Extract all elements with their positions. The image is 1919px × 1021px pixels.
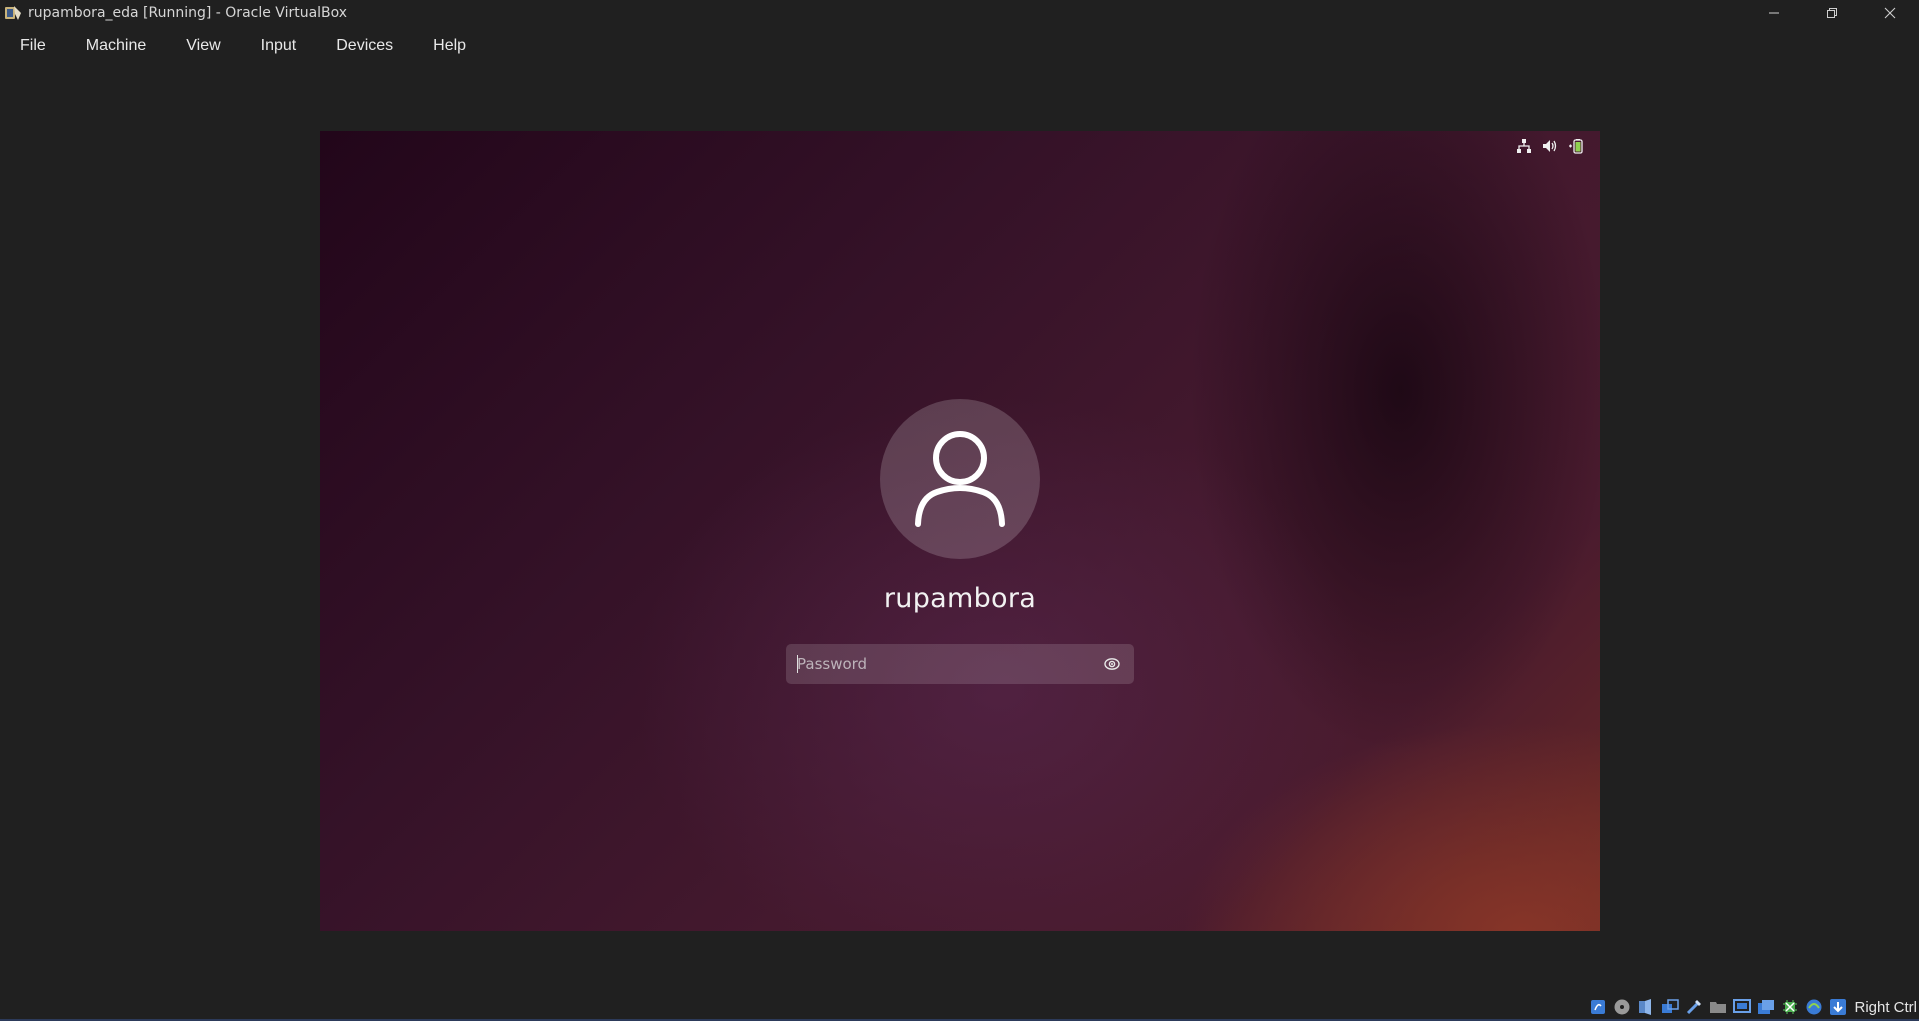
cpu-icon[interactable]: [1780, 997, 1800, 1017]
minimize-button[interactable]: [1745, 0, 1803, 26]
restore-button[interactable]: [1803, 0, 1861, 26]
usb-icon[interactable]: [1684, 997, 1704, 1017]
minimize-icon: [1769, 12, 1779, 14]
close-icon: [1884, 7, 1896, 19]
virtualbox-icon: [4, 4, 22, 22]
password-input[interactable]: [786, 644, 1098, 684]
menu-bar: File Machine View Input Devices Help: [0, 30, 490, 62]
keyboard-icon[interactable]: [1828, 997, 1848, 1017]
window-title: rupambora_eda [Running] - Oracle Virtual…: [28, 5, 348, 21]
menu-devices[interactable]: Devices: [320, 33, 409, 59]
menu-help[interactable]: Help: [417, 33, 482, 59]
hard-disk-icon[interactable]: [1588, 997, 1608, 1017]
shared-folders-icon[interactable]: [1708, 997, 1728, 1017]
title-bar: rupambora_eda [Running] - Oracle Virtual…: [0, 0, 1919, 26]
network-icon[interactable]: [1516, 138, 1532, 154]
username-label: rupambora: [883, 583, 1037, 614]
restore-icon: [1827, 8, 1837, 18]
vm-display[interactable]: rupambora: [320, 131, 1600, 931]
close-button[interactable]: [1861, 0, 1919, 26]
menu-view[interactable]: View: [170, 33, 236, 59]
show-password-button[interactable]: [1098, 650, 1126, 678]
battery-icon[interactable]: [1568, 138, 1586, 154]
display-icon[interactable]: [1732, 997, 1752, 1017]
mouse-integration-icon[interactable]: [1804, 997, 1824, 1017]
recording-icon[interactable]: [1756, 997, 1776, 1017]
optical-drive-icon[interactable]: [1612, 997, 1632, 1017]
password-field[interactable]: [786, 644, 1134, 684]
network-adapter-icon[interactable]: [1660, 997, 1680, 1017]
volume-icon[interactable]: [1542, 138, 1558, 154]
user-avatar[interactable]: [880, 399, 1040, 559]
audio-icon[interactable]: [1636, 997, 1656, 1017]
eye-icon: [1104, 658, 1120, 670]
guest-system-tray[interactable]: [1516, 138, 1586, 154]
menu-machine[interactable]: Machine: [70, 33, 162, 59]
user-icon: [915, 431, 1005, 527]
host-key-label: Right Ctrl: [1854, 998, 1917, 1016]
vbox-status-bar: Right Ctrl: [1588, 993, 1919, 1021]
text-caret: [797, 655, 798, 673]
menu-file[interactable]: File: [4, 33, 62, 59]
menu-input[interactable]: Input: [245, 33, 313, 59]
